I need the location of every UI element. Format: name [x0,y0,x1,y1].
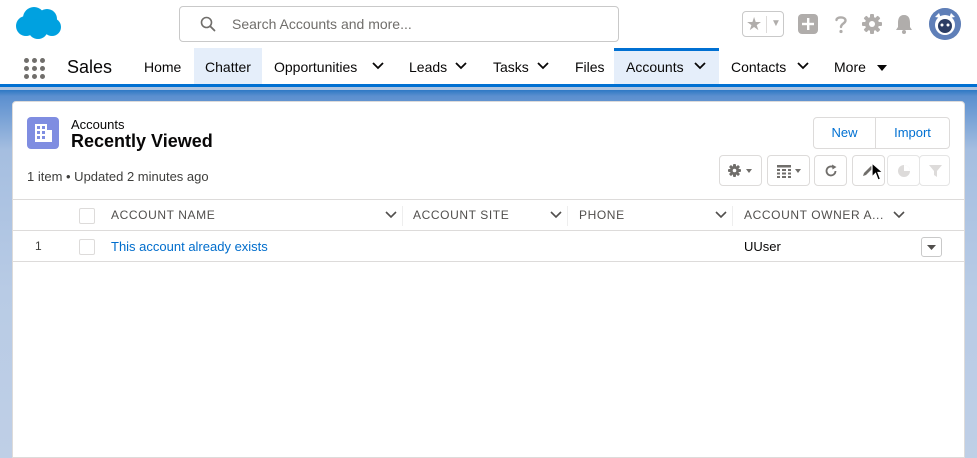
display-as-table-button[interactable] [767,155,810,186]
astro-avatar-icon [929,8,961,40]
row-actions-button[interactable] [921,237,942,257]
tab-label: Opportunities [274,59,358,75]
tab-home[interactable]: Home [144,48,181,84]
chevron-down-icon[interactable] [550,211,562,219]
global-header: Search Accounts and more... ★ ▼ [0,0,977,48]
owner-alias-cell: UUser [744,239,781,254]
gear-icon [728,164,752,177]
tab-chatter[interactable]: Chatter [194,48,262,84]
tab-label: Contacts [731,59,787,75]
new-button[interactable]: New [814,118,875,148]
gear-icon[interactable] [861,13,883,35]
tab-accounts[interactable]: Accounts [614,48,719,84]
header-button-group: New Import [813,117,950,149]
help-icon[interactable] [830,13,852,35]
table-header: ACCOUNT NAME ACCOUNT SITE PHONE ACCOUNT … [13,199,964,231]
star-icon: ★ [746,14,763,34]
global-search-input[interactable]: Search Accounts and more... [179,6,619,42]
tab-label: More [834,59,866,75]
chevron-down-icon[interactable] [372,62,384,70]
chevron-down-icon[interactable] [537,62,549,70]
refresh-icon [825,164,837,177]
salesforce-cloud-icon[interactable] [14,6,62,40]
table-row: 1 This account already exists UUser [13,232,964,262]
tab-opportunities[interactable]: Opportunities [274,48,386,84]
chart-icon [898,165,910,177]
filter-button[interactable] [919,155,950,186]
list-view-meta: 1 item • Updated 2 minutes ago [27,169,209,184]
plus-icon[interactable] [797,13,819,35]
caret-down-icon[interactable]: ▼ [771,13,781,35]
account-name-link[interactable]: This account already exists [111,232,268,261]
column-header-account-owner-alias[interactable]: ACCOUNT OWNER A... [744,200,884,231]
search-placeholder: Search Accounts and more... [232,16,412,32]
tab-label: Leads [409,59,448,75]
column-divider[interactable] [402,206,403,226]
bell-icon[interactable] [893,13,915,35]
favorites-button[interactable]: ★ ▼ [742,11,784,37]
tab-label: Tasks [493,59,529,75]
caret-down-icon [927,245,936,250]
app-name: Sales [67,57,113,77]
filter-icon [929,165,942,177]
table-view-icon [777,165,801,178]
tab-label: Accounts [626,59,684,75]
chevron-down-icon[interactable] [694,62,706,70]
column-divider[interactable] [567,206,568,226]
tab-files[interactable]: Files [575,48,605,84]
column-header-account-site[interactable]: ACCOUNT SITE [413,200,509,231]
tab-leads[interactable]: Leads [409,48,469,84]
tab-more[interactable]: More [834,48,890,84]
chevron-down-icon[interactable] [797,62,809,70]
list-view-title[interactable]: Recently Viewed [71,131,213,152]
tab-label: Home [144,59,182,75]
caret-down-icon[interactable] [876,64,888,72]
row-checkbox[interactable] [79,239,95,255]
tab-label: Chatter [205,59,251,75]
object-label: Accounts [71,117,125,132]
row-number: 1 [35,239,42,253]
chevron-down-icon[interactable] [455,62,467,70]
refresh-button[interactable] [814,155,847,186]
account-object-icon [27,117,59,149]
chevron-down-icon[interactable] [715,211,727,219]
tab-tasks[interactable]: Tasks [493,48,551,84]
app-navigation-bar: Sales Home Chatter Opportunities Leads T… [0,48,977,87]
import-button[interactable]: Import [876,118,949,148]
column-header-phone[interactable]: PHONE [579,200,625,231]
tab-contacts[interactable]: Contacts [731,48,811,84]
chevron-down-icon[interactable] [893,211,905,219]
app-launcher-icon[interactable] [24,58,46,80]
column-header-account-name[interactable]: ACCOUNT NAME [111,200,215,231]
favorites-divider [766,16,767,33]
list-settings-button[interactable] [719,155,762,186]
search-icon [200,16,216,32]
user-avatar[interactable] [929,8,961,40]
chevron-down-icon[interactable] [385,211,397,219]
mouse-cursor-icon [871,162,885,181]
charts-button[interactable] [887,155,920,186]
tab-label: Files [575,59,605,75]
column-divider[interactable] [732,206,733,226]
select-all-checkbox[interactable] [79,208,95,224]
